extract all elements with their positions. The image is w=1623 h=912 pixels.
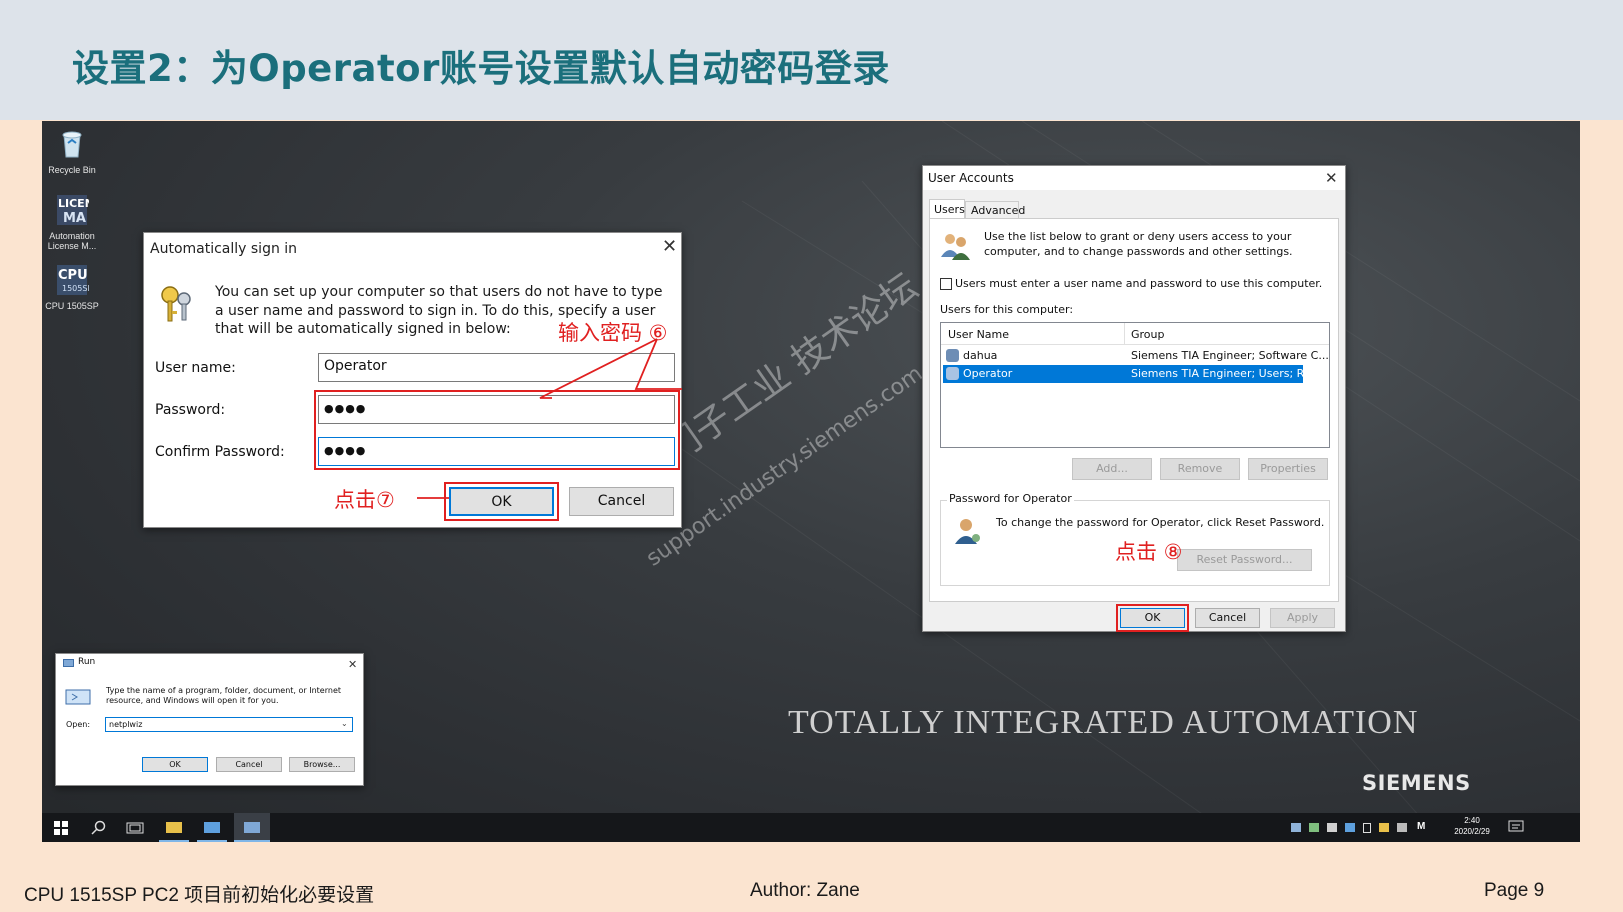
siemens-logo: SIEMENS xyxy=(1362,771,1471,795)
open-label: Open: xyxy=(66,720,91,729)
footer-left: CPU 1515SP PC2 项目前初始化必要设置 xyxy=(24,885,375,906)
users-group-icon xyxy=(941,234,970,260)
remove-user-button[interactable]: Remove xyxy=(1160,458,1240,480)
close-icon[interactable]: ✕ xyxy=(1325,169,1338,187)
annotation-click8: 点击 ⑧ xyxy=(1115,540,1183,564)
taskbar-app-run[interactable] xyxy=(234,813,270,842)
add-user-button[interactable]: Add... xyxy=(1072,458,1152,480)
chevron-down-icon[interactable]: ⌄ xyxy=(341,719,348,728)
task-view-icon[interactable] xyxy=(126,821,144,835)
table-row-selected[interactable]: Operator Siemens TIA Engineer; Users; Re… xyxy=(943,365,1321,383)
users-table: User Name Group dahua Siemens TIA Engine… xyxy=(940,322,1330,448)
tray-warning-icon[interactable] xyxy=(1379,823,1389,832)
column-header-username[interactable]: User Name xyxy=(948,328,1009,341)
search-icon[interactable] xyxy=(91,820,107,836)
table-row[interactable]: dahua Siemens TIA Engineer; Software C..… xyxy=(943,347,1329,365)
apply-button[interactable]: Apply xyxy=(1270,608,1335,628)
tray-security-icon[interactable] xyxy=(1327,823,1337,832)
must-enter-label: Users must enter a user name and passwor… xyxy=(955,277,1323,290)
taskbar-clock[interactable]: 2:40 2020/2/29 xyxy=(1444,815,1500,837)
users-intro-text: Use the list below to grant or deny user… xyxy=(984,230,1293,258)
row-group: Siemens TIA Engineer; Users; Re... xyxy=(1131,367,1322,380)
run-title: Run xyxy=(78,657,96,667)
run-ok-button[interactable]: OK xyxy=(142,757,208,772)
tia-banner: TOTALLY INTEGRATED AUTOMATION xyxy=(788,704,1419,741)
run-dialog: Run ✕ Type the name of a program, folder… xyxy=(55,653,364,786)
clock-date: 2020/2/29 xyxy=(1454,827,1490,836)
column-header-group[interactable]: Group xyxy=(1131,328,1165,341)
folder-icon xyxy=(166,822,182,833)
tray-keyboard-icon[interactable] xyxy=(1397,823,1407,832)
must-enter-checkbox[interactable] xyxy=(940,278,952,290)
open-combobox[interactable]: netplwiz xyxy=(105,717,353,732)
tray-network-icon[interactable] xyxy=(1291,823,1301,832)
tab-users[interactable]: Users xyxy=(929,199,965,219)
user-password-icon xyxy=(955,519,980,544)
column-divider xyxy=(1124,323,1125,345)
action-center-icon[interactable] xyxy=(1508,820,1524,834)
run-description: Type the name of a program, folder, docu… xyxy=(106,686,342,705)
tab-advanced[interactable]: Advanced xyxy=(965,201,1025,219)
user-accounts-title: User Accounts xyxy=(928,171,1014,185)
taskbar: M 2:40 2020/2/29 xyxy=(42,813,1580,842)
slide-title: 设置2：为Operator账号设置默认自动密码登录 xyxy=(72,47,890,90)
taskbar-app-user-accounts[interactable] xyxy=(197,813,227,842)
footer-page-number: Page 9 xyxy=(1484,880,1545,901)
clock-time: 2:40 xyxy=(1464,816,1480,825)
tray-ime-indicator[interactable]: M xyxy=(1417,821,1425,832)
ok-highlight-box xyxy=(1116,604,1189,632)
run-app-icon xyxy=(244,822,260,833)
tray-usb-icon[interactable] xyxy=(1363,823,1371,833)
user-icon xyxy=(946,367,959,380)
user-accounts-app-icon xyxy=(204,822,220,833)
password-group-label: Password for Operator xyxy=(947,492,1074,505)
start-windows-icon[interactable] xyxy=(54,821,68,835)
close-icon[interactable]: ✕ xyxy=(348,656,357,674)
footer-author: Author: Zane xyxy=(750,880,860,901)
password-hint-text: To change the password for Operator, cli… xyxy=(996,516,1325,529)
annotation-click7: 点击⑦ xyxy=(334,488,395,512)
run-program-icon xyxy=(65,689,91,705)
tray-siemens-icon[interactable] xyxy=(1309,823,1319,832)
run-cancel-button[interactable]: Cancel xyxy=(216,757,282,772)
reset-password-button[interactable]: Reset Password... xyxy=(1177,549,1312,571)
row-username: dahua xyxy=(963,349,998,362)
run-browse-button[interactable]: Browse... xyxy=(289,757,355,772)
users-for-label: Users for this computer: xyxy=(940,303,1074,316)
row-group: Siemens TIA Engineer; Software C... xyxy=(1131,349,1329,362)
cancel-button[interactable]: Cancel xyxy=(1195,608,1260,628)
taskbar-file-explorer[interactable] xyxy=(159,813,189,842)
properties-button[interactable]: Properties xyxy=(1248,458,1328,480)
tray-app-icon[interactable] xyxy=(1345,823,1355,832)
row-username: Operator xyxy=(963,367,1013,380)
desktop-screenshot: Recycle Bin LICEN MA Automation License … xyxy=(42,121,1580,842)
run-icon xyxy=(63,659,74,667)
system-tray: M xyxy=(1291,821,1451,834)
user-icon xyxy=(946,349,959,362)
